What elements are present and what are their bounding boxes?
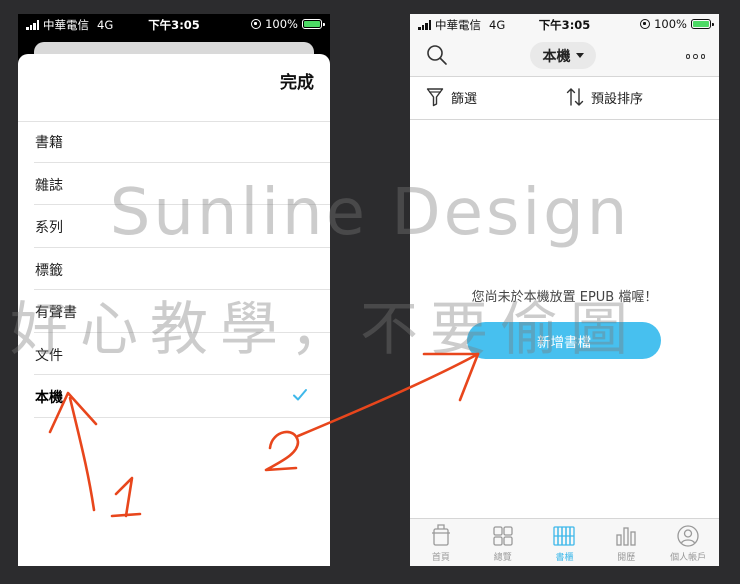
category-item-audiobooks[interactable]: 有聲書 (34, 290, 330, 333)
category-label: 本機 (35, 390, 63, 406)
category-item-local[interactable]: 本機 (34, 375, 330, 418)
tab-label: 個人帳戶 (670, 553, 707, 563)
category-item-books[interactable]: 書籍 (34, 120, 330, 163)
tab-home[interactable]: 首頁 (410, 519, 472, 566)
filter-label: 篩選 (451, 91, 478, 107)
sort-label: 預設排序 (591, 91, 644, 107)
category-label: 文件 (35, 347, 63, 364)
category-item-tags[interactable]: 標籤 (34, 248, 330, 290)
source-selector[interactable]: 本機 (530, 42, 596, 69)
category-label: 標籤 (35, 262, 63, 279)
tab-bookshelf[interactable]: 書櫃 (534, 519, 596, 566)
search-icon[interactable] (426, 44, 448, 66)
category-item-magazines[interactable]: 雜誌 (34, 163, 330, 205)
rotation-lock-icon (640, 19, 651, 29)
add-book-file-button[interactable]: 新增書檔 (467, 322, 661, 359)
account-icon (677, 525, 699, 547)
battery-icon (302, 19, 325, 29)
caret-down-icon (575, 53, 584, 58)
tab-bar: 首頁 總覽 書櫃 閱歷 個人帳戶 (410, 518, 719, 566)
nav-bar: 本機 (410, 34, 719, 77)
filter-funnel-icon (426, 88, 444, 107)
category-label: 書籍 (35, 135, 63, 151)
category-label: 有聲書 (35, 305, 77, 321)
sort-button[interactable]: 預設排序 (566, 87, 643, 107)
status-bar: 中華電信 4G 下午3:05 100% (18, 14, 330, 34)
category-item-documents[interactable]: 文件 (34, 333, 330, 375)
grid-icon (493, 526, 513, 546)
checkmark-icon (293, 389, 307, 401)
more-icon[interactable] (685, 54, 705, 59)
tab-label: 總覽 (493, 553, 512, 563)
tab-overview[interactable]: 總覽 (472, 519, 534, 566)
sort-arrows-icon (566, 88, 584, 106)
filter-bar: 篩選 預設排序 (410, 77, 719, 120)
left-phone-screen: 中華電信 4G 下午3:05 100% 完成 書籍 雜誌 系列 標籤 有聲書 文… (18, 14, 330, 566)
battery-icon (691, 19, 714, 29)
filter-button[interactable]: 篩選 (426, 87, 477, 107)
tab-label: 閱歷 (617, 553, 636, 563)
done-button[interactable]: 完成 (280, 68, 314, 93)
bookshelf-icon (553, 526, 576, 546)
category-item-series[interactable]: 系列 (34, 205, 330, 248)
tab-label: 書櫃 (555, 553, 574, 563)
tab-account[interactable]: 個人帳戶 (657, 519, 719, 566)
status-bar: 中華電信 4G 下午3:05 100% (410, 14, 719, 34)
empty-state-message: 您尚未於本機放置 EPUB 檔喔！ (471, 290, 658, 305)
battery-percent: 100% (265, 17, 298, 31)
sheet-header: 完成 (18, 54, 330, 122)
source-label: 本機 (542, 48, 571, 65)
category-label: 雜誌 (35, 177, 63, 194)
rotation-lock-icon (251, 19, 262, 29)
home-icon (431, 524, 450, 546)
bar-chart-icon (616, 527, 636, 546)
right-phone-screen: 中華電信 4G 下午3:05 100% 本機 篩選 預設排序 您尚未於本機放置 … (410, 14, 719, 566)
tab-label: 首頁 (431, 553, 450, 563)
category-list: 書籍 雜誌 系列 標籤 有聲書 文件 本機 (34, 120, 330, 418)
battery-percent: 100% (654, 17, 687, 31)
tab-history[interactable]: 閱歷 (595, 519, 657, 566)
category-label: 系列 (35, 220, 63, 236)
